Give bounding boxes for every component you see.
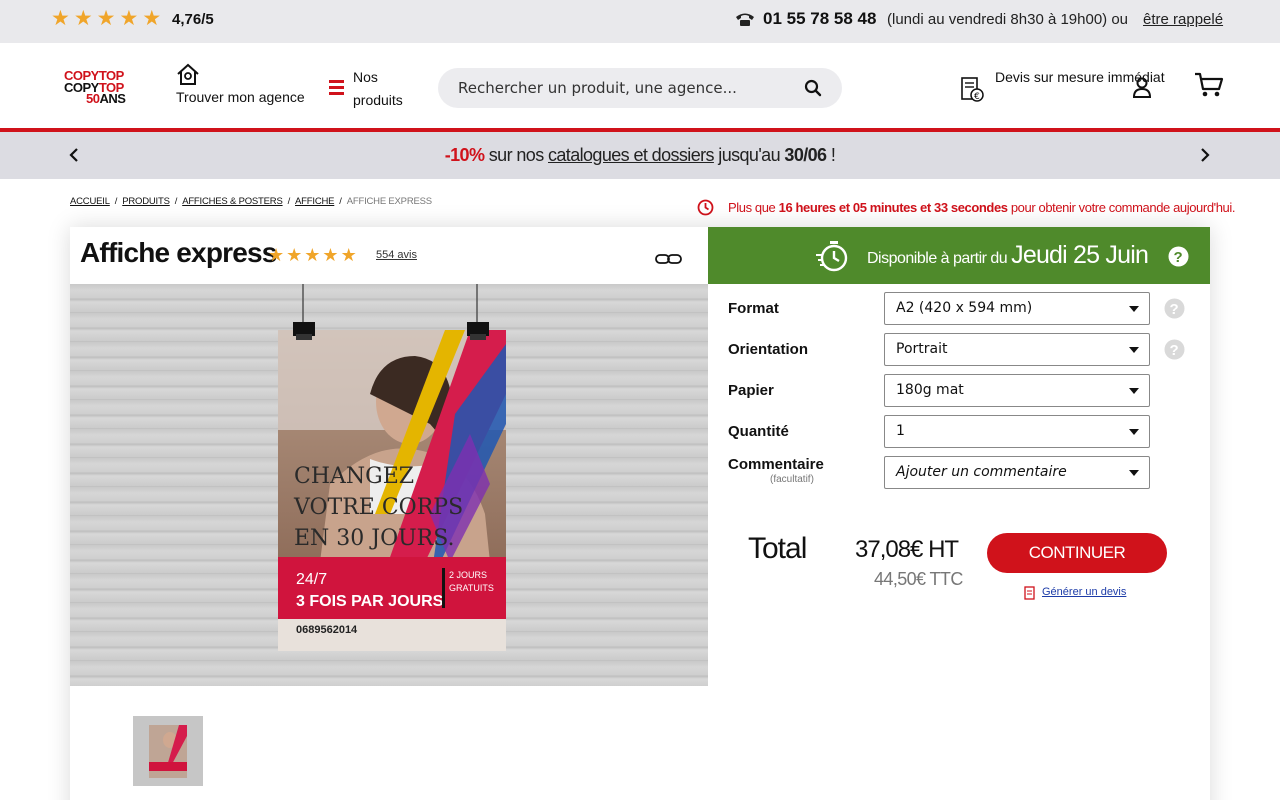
promo-banner: -10% sur nos catalogues et dossiers jusq… (0, 132, 1280, 179)
star-icon: ★ (340, 245, 357, 265)
star-icon: ★ (304, 245, 321, 265)
price-ttc: 44,50€ TTC (874, 569, 963, 589)
svg-text:?: ? (1174, 249, 1183, 266)
total-label: Total (748, 532, 807, 565)
top-bar: ★ ★ ★ ★ ★ 4,76/5 01 55 78 58 48 (lundi a… (0, 0, 1280, 43)
breadcrumb-affiche[interactable]: AFFICHE (295, 196, 334, 207)
product-image[interactable]: CHANGEZ VOTRE CORPS EN 30 JOURS. 24/7 3 … (70, 284, 708, 686)
products-menu-button[interactable]: Nos produits (353, 66, 413, 112)
promo-message: -10% sur nos catalogues et dossiers jusq… (444, 145, 836, 165)
breadcrumb-current: AFFICHE EXPRESS (346, 196, 432, 207)
star-icon: ★ (322, 245, 339, 265)
share-link-icon[interactable] (655, 252, 682, 266)
orientation-select[interactable]: Portrait (884, 333, 1150, 366)
generate-quote-link[interactable]: Générer un devis (1042, 586, 1126, 598)
order-countdown: Plus que 16 heures et 05 minutes et 33 s… (728, 200, 1236, 215)
reviews-link[interactable]: 554 avis (376, 249, 417, 261)
quantity-select[interactable]: 1 (884, 415, 1150, 448)
clock-icon (697, 199, 714, 216)
site-rating: 4,76/5 (172, 11, 214, 28)
caret-down-icon (1129, 429, 1139, 435)
poster-headline-2: VOTRE CORPS (293, 495, 463, 520)
help-icon[interactable]: ? (1168, 246, 1189, 267)
product-thumbnail[interactable] (133, 716, 203, 786)
product-rating-stars: ★ ★ ★ ★ ★ (268, 245, 357, 265)
stopwatch-icon (816, 241, 848, 272)
callback-link[interactable]: être rappelé (1143, 11, 1223, 28)
svg-text:?: ? (1170, 301, 1179, 318)
format-label: Format (728, 300, 779, 317)
poster-band-2: 3 FOIS PAR JOURS (296, 593, 444, 610)
rating-stars: ★ ★ ★ ★ ★ (51, 8, 161, 30)
format-help-icon[interactable]: ? (1164, 298, 1185, 319)
delivery-date: Disponible à partir du Jeudi 25 Juin (867, 241, 1149, 269)
poster-headline-3: EN 30 JOURS. (294, 526, 455, 551)
comment-label: Commentaire (728, 456, 824, 473)
search-input[interactable] (458, 76, 798, 100)
thumbnail-image (133, 716, 203, 786)
search-icon[interactable] (804, 79, 822, 97)
quantity-label: Quantité (728, 423, 789, 440)
poster-band-1: 24/7 (296, 571, 327, 588)
phone-number[interactable]: 01 55 78 58 48 (763, 9, 876, 29)
caret-down-icon (1129, 470, 1139, 476)
document-icon (1024, 586, 1035, 600)
product-title: Affiche express (80, 237, 277, 268)
phone-hours: (lundi au vendredi 8h30 à 19h00) ou (887, 11, 1129, 28)
star-icon: ★ (286, 245, 303, 265)
phone-icon (736, 13, 754, 26)
poster-band-4: GRATUITS (449, 583, 494, 593)
star-icon: ★ (268, 245, 285, 265)
orientation-label: Orientation (728, 341, 809, 358)
star-icon: ★ (96, 7, 116, 30)
caret-down-icon (1129, 388, 1139, 394)
delivery-banner: Disponible à partir du Jeudi 25 Juin ? (708, 227, 1210, 284)
caret-down-icon (1129, 347, 1139, 353)
comment-select[interactable]: Ajouter un commentaire (884, 456, 1150, 489)
svg-text:€: € (974, 92, 980, 102)
star-icon: ★ (119, 7, 139, 30)
poster-phone: 0689562014 (296, 624, 358, 636)
breadcrumb: ACCUEIL / PRODUITS / AFFICHES & POSTERS / A… (70, 196, 432, 207)
breadcrumb-posters[interactable]: AFFICHES & POSTERS (182, 196, 283, 207)
paper-select[interactable]: 180g mat (884, 374, 1150, 407)
search-bar (438, 68, 842, 108)
poster-band-3: 2 JOURS (449, 570, 487, 580)
poster-headline-1: CHANGEZ (294, 464, 414, 489)
find-agency-link[interactable]: Trouver mon agence (176, 89, 305, 105)
star-icon: ★ (51, 7, 70, 30)
copytop-logo[interactable]: COPYTOP COPYTOP 50ANS (64, 69, 140, 108)
user-account-icon[interactable] (1131, 76, 1153, 98)
star-icon: ★ (142, 7, 162, 30)
format-select[interactable]: A2 (420 x 594 mm) (884, 292, 1150, 325)
quote-icon: € (961, 77, 984, 102)
paper-label: Papier (728, 382, 774, 399)
caret-down-icon (1129, 306, 1139, 312)
promo-link[interactable]: catalogues et dossiers (548, 145, 715, 165)
main-header: COPYTOP COPYTOP 50ANS Trouver mon agence… (0, 43, 1280, 128)
price-ht: 37,08€ HT (855, 536, 959, 563)
svg-text:?: ? (1170, 342, 1179, 359)
breadcrumb-home[interactable]: ACCUEIL (70, 196, 110, 207)
star-icon: ★ (73, 7, 93, 30)
orientation-help-icon[interactable]: ? (1164, 339, 1185, 360)
chevron-right-icon[interactable] (1197, 146, 1213, 164)
cart-icon[interactable] (1194, 71, 1224, 99)
breadcrumb-products[interactable]: PRODUITS (122, 196, 170, 207)
location-pin-icon[interactable] (176, 63, 200, 87)
comment-optional-hint: (facultatif) (770, 474, 814, 485)
poster-mockup: CHANGEZ VOTRE CORPS EN 30 JOURS. 24/7 3 … (278, 284, 506, 651)
menu-icon[interactable] (329, 79, 344, 95)
continue-button[interactable]: CONTINUER (987, 533, 1167, 573)
